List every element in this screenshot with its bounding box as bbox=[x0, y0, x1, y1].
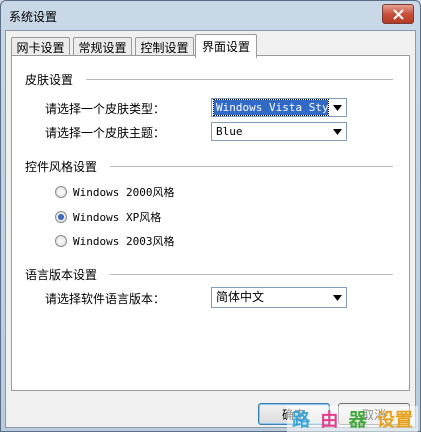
title-bar: 系统设置 bbox=[1, 1, 420, 29]
watermark-char: 由 bbox=[320, 410, 339, 431]
style-group-title: 控件风格设置 bbox=[25, 160, 98, 174]
tab-interface[interactable]: 界面设置 bbox=[195, 34, 257, 58]
style-option-xp[interactable]: Windows XP风格 bbox=[55, 209, 161, 225]
watermark-char: 路 bbox=[292, 410, 311, 431]
language-group-divider bbox=[110, 274, 393, 275]
tab-control[interactable]: 控制设置 bbox=[135, 37, 194, 57]
style-option-label: Windows XP风格 bbox=[73, 211, 162, 224]
skin-type-select[interactable]: Windows Vista Style bbox=[211, 98, 347, 117]
style-option-label: Windows 2003风格 bbox=[73, 235, 175, 248]
style-group-divider bbox=[110, 166, 393, 167]
chevron-down-icon[interactable] bbox=[330, 124, 345, 139]
skin-theme-value: Blue bbox=[216, 125, 243, 138]
radio-indicator[interactable] bbox=[55, 186, 67, 198]
radio-indicator[interactable] bbox=[55, 211, 67, 223]
chevron-down-icon[interactable] bbox=[330, 290, 345, 305]
language-select[interactable]: 简体中文 bbox=[211, 287, 347, 308]
style-option-2000[interactable]: Windows 2000风格 bbox=[55, 184, 174, 200]
tab-network-card[interactable]: 网卡设置 bbox=[11, 37, 70, 57]
skin-group-title: 皮肤设置 bbox=[25, 73, 74, 87]
watermark-char: 设置 bbox=[376, 410, 413, 431]
watermark: 路 由 器 设置 bbox=[287, 406, 418, 432]
radio-indicator[interactable] bbox=[55, 235, 67, 247]
chevron-down-icon[interactable] bbox=[330, 100, 345, 115]
language-label: 请选择软件语言版本： bbox=[45, 292, 166, 306]
skin-type-value: Windows Vista Style bbox=[213, 99, 329, 116]
skin-group-divider bbox=[86, 79, 393, 80]
tab-general[interactable]: 常规设置 bbox=[73, 37, 132, 57]
settings-window: 系统设置 网卡设置 常规设置 控制设置 界面设置 皮肤设置 请选择一个皮肤类型：… bbox=[0, 0, 421, 432]
skin-type-label: 请选择一个皮肤类型： bbox=[45, 102, 166, 116]
language-value: 简体中文 bbox=[216, 290, 265, 304]
skin-theme-select[interactable]: Blue bbox=[211, 122, 347, 141]
style-option-2003[interactable]: Windows 2003风格 bbox=[55, 233, 174, 249]
skin-theme-label: 请选择一个皮肤主题： bbox=[45, 126, 166, 140]
close-button[interactable] bbox=[382, 4, 414, 24]
watermark-char: 器 bbox=[348, 410, 367, 431]
interface-settings-panel: 皮肤设置 请选择一个皮肤类型： Windows Vista Style 请选择一… bbox=[11, 55, 410, 391]
style-option-label: Windows 2000风格 bbox=[73, 186, 175, 199]
window-title: 系统设置 bbox=[9, 10, 58, 24]
language-group-title: 语言版本设置 bbox=[25, 268, 98, 282]
dialog-client: 网卡设置 常规设置 控制设置 界面设置 皮肤设置 请选择一个皮肤类型： Wind… bbox=[5, 30, 416, 428]
close-icon bbox=[392, 8, 404, 20]
